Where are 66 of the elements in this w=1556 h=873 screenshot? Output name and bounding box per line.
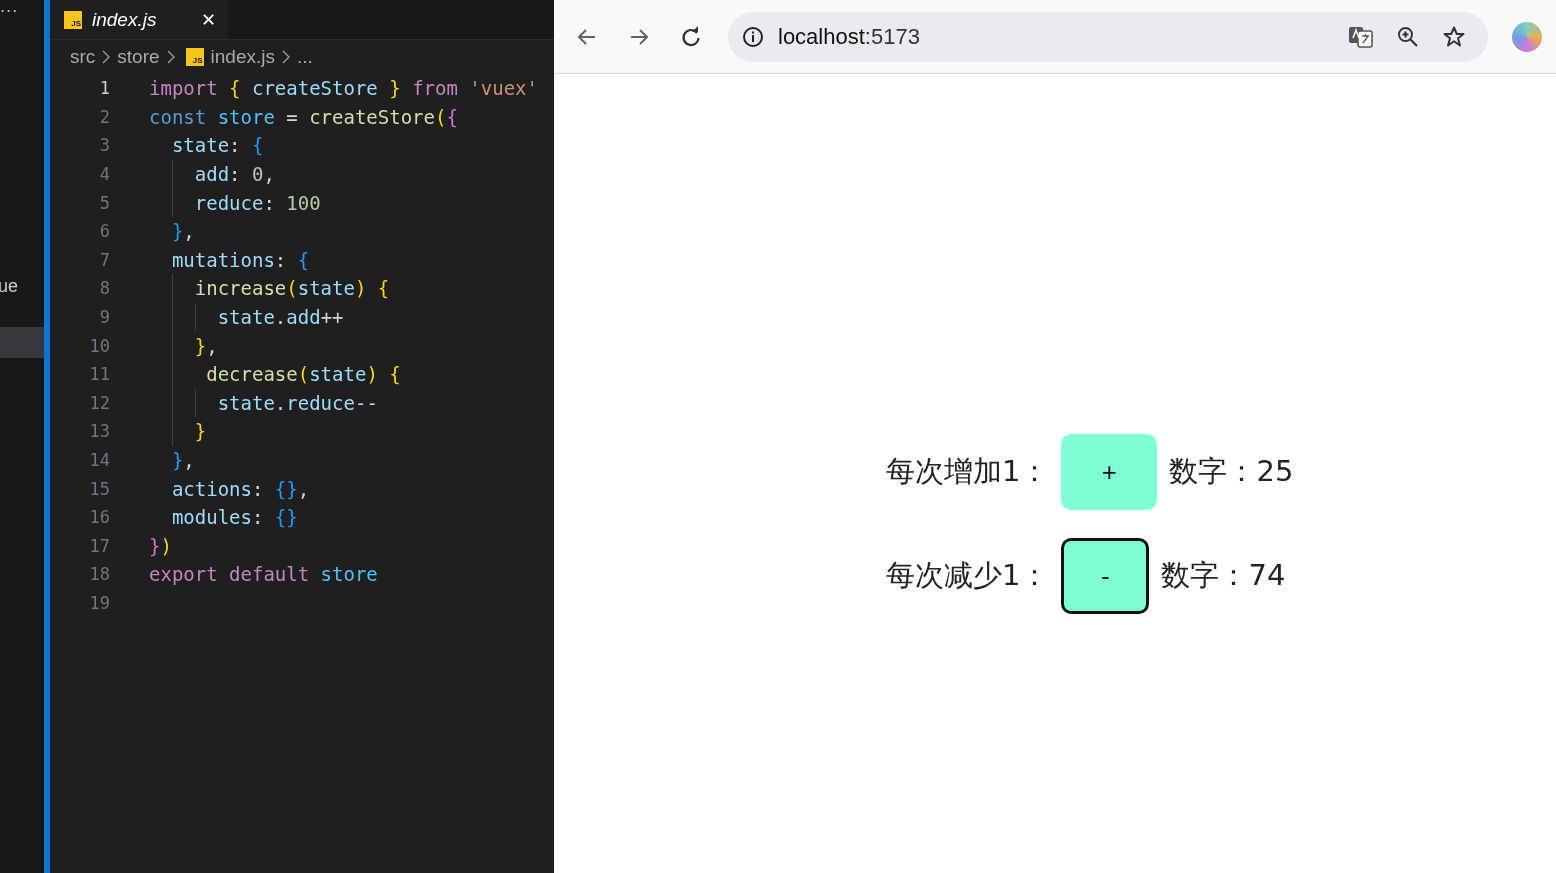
file-item[interactable]: ue [0,276,44,297]
code-line: decrease(state) { [205,363,401,386]
code-line: actions: {}, [170,477,310,500]
line-number: 4 [98,164,110,185]
breadcrumb[interactable]: src [70,46,96,68]
chevron-icon [102,50,111,64]
counter-value: 数字：74 [1161,557,1286,594]
breadcrumb[interactable]: index.js [210,46,275,68]
counter-value: 数字：25 [1169,453,1294,490]
counter-label: 每次减少1： [886,557,1050,594]
star-icon[interactable] [1442,24,1466,49]
editor-tab[interactable]: JS index.js ✕ [50,0,228,39]
counter-label: 每次增加1： [886,453,1050,490]
breadcrumb[interactable]: store [117,46,160,68]
code-line: }, [193,334,218,357]
breadcrumb[interactable]: ... [297,46,313,68]
code-line: } [193,420,207,443]
reload-icon[interactable] [680,25,702,48]
code-line: const store = createStore({ [149,105,458,128]
line-number: 5 [98,192,110,213]
code-line: increase(state) { [193,277,390,300]
line-number: 16 [88,507,110,528]
line-number: 15 [88,478,110,499]
line-number: 13 [88,421,110,442]
counter-button[interactable]: - [1061,538,1150,614]
chevron-icon [282,50,290,64]
line-number: 6 [98,221,110,242]
selected-row [0,327,44,358]
url-text: localhost:5173 [778,23,920,50]
code-line: state.reduce-- [216,391,378,414]
code-line: }, [170,449,195,471]
line-number: 11 [88,364,110,385]
code-line: }, [170,220,195,243]
js-file-icon: JS [185,48,204,66]
line-number: 19 [88,593,110,613]
code-line: import { createStore } from 'vuex' [149,77,538,100]
address-bar[interactable]: localhost:5173 [728,11,1488,62]
line-number: 12 [88,392,110,413]
code-line: mutations: { [170,248,310,271]
line-number: 3 [98,135,110,156]
tab-title: index.js [92,8,158,31]
profile-avatar[interactable] [1512,21,1542,52]
line-number: 18 [88,564,110,585]
line-number: 9 [98,307,110,328]
zoom-icon[interactable] [1396,24,1420,49]
code-line: state: { [170,134,264,157]
info-icon[interactable] [742,25,764,48]
line-number: 1 [98,78,110,99]
line-number: 2 [98,106,110,127]
line-number: 10 [88,335,110,356]
code-line: }) [149,534,172,557]
code-line: add: 0, [193,163,275,186]
more-icon[interactable]: ··· [0,0,44,24]
line-number: 7 [98,249,110,270]
code-line: state.add++ [216,306,344,329]
code-line: reduce: 100 [193,191,321,214]
line-number: 8 [98,278,110,299]
close-icon[interactable]: ✕ [200,9,216,30]
chevron-icon [166,50,175,64]
counter-button[interactable]: + [1061,434,1158,510]
line-number: 14 [88,450,110,470]
code-line: export default store [149,563,378,586]
js-file-icon: JS [64,10,82,29]
translate-icon[interactable] [1348,24,1374,49]
line-number: 17 [88,535,110,556]
code-line: modules: {} [170,506,298,529]
